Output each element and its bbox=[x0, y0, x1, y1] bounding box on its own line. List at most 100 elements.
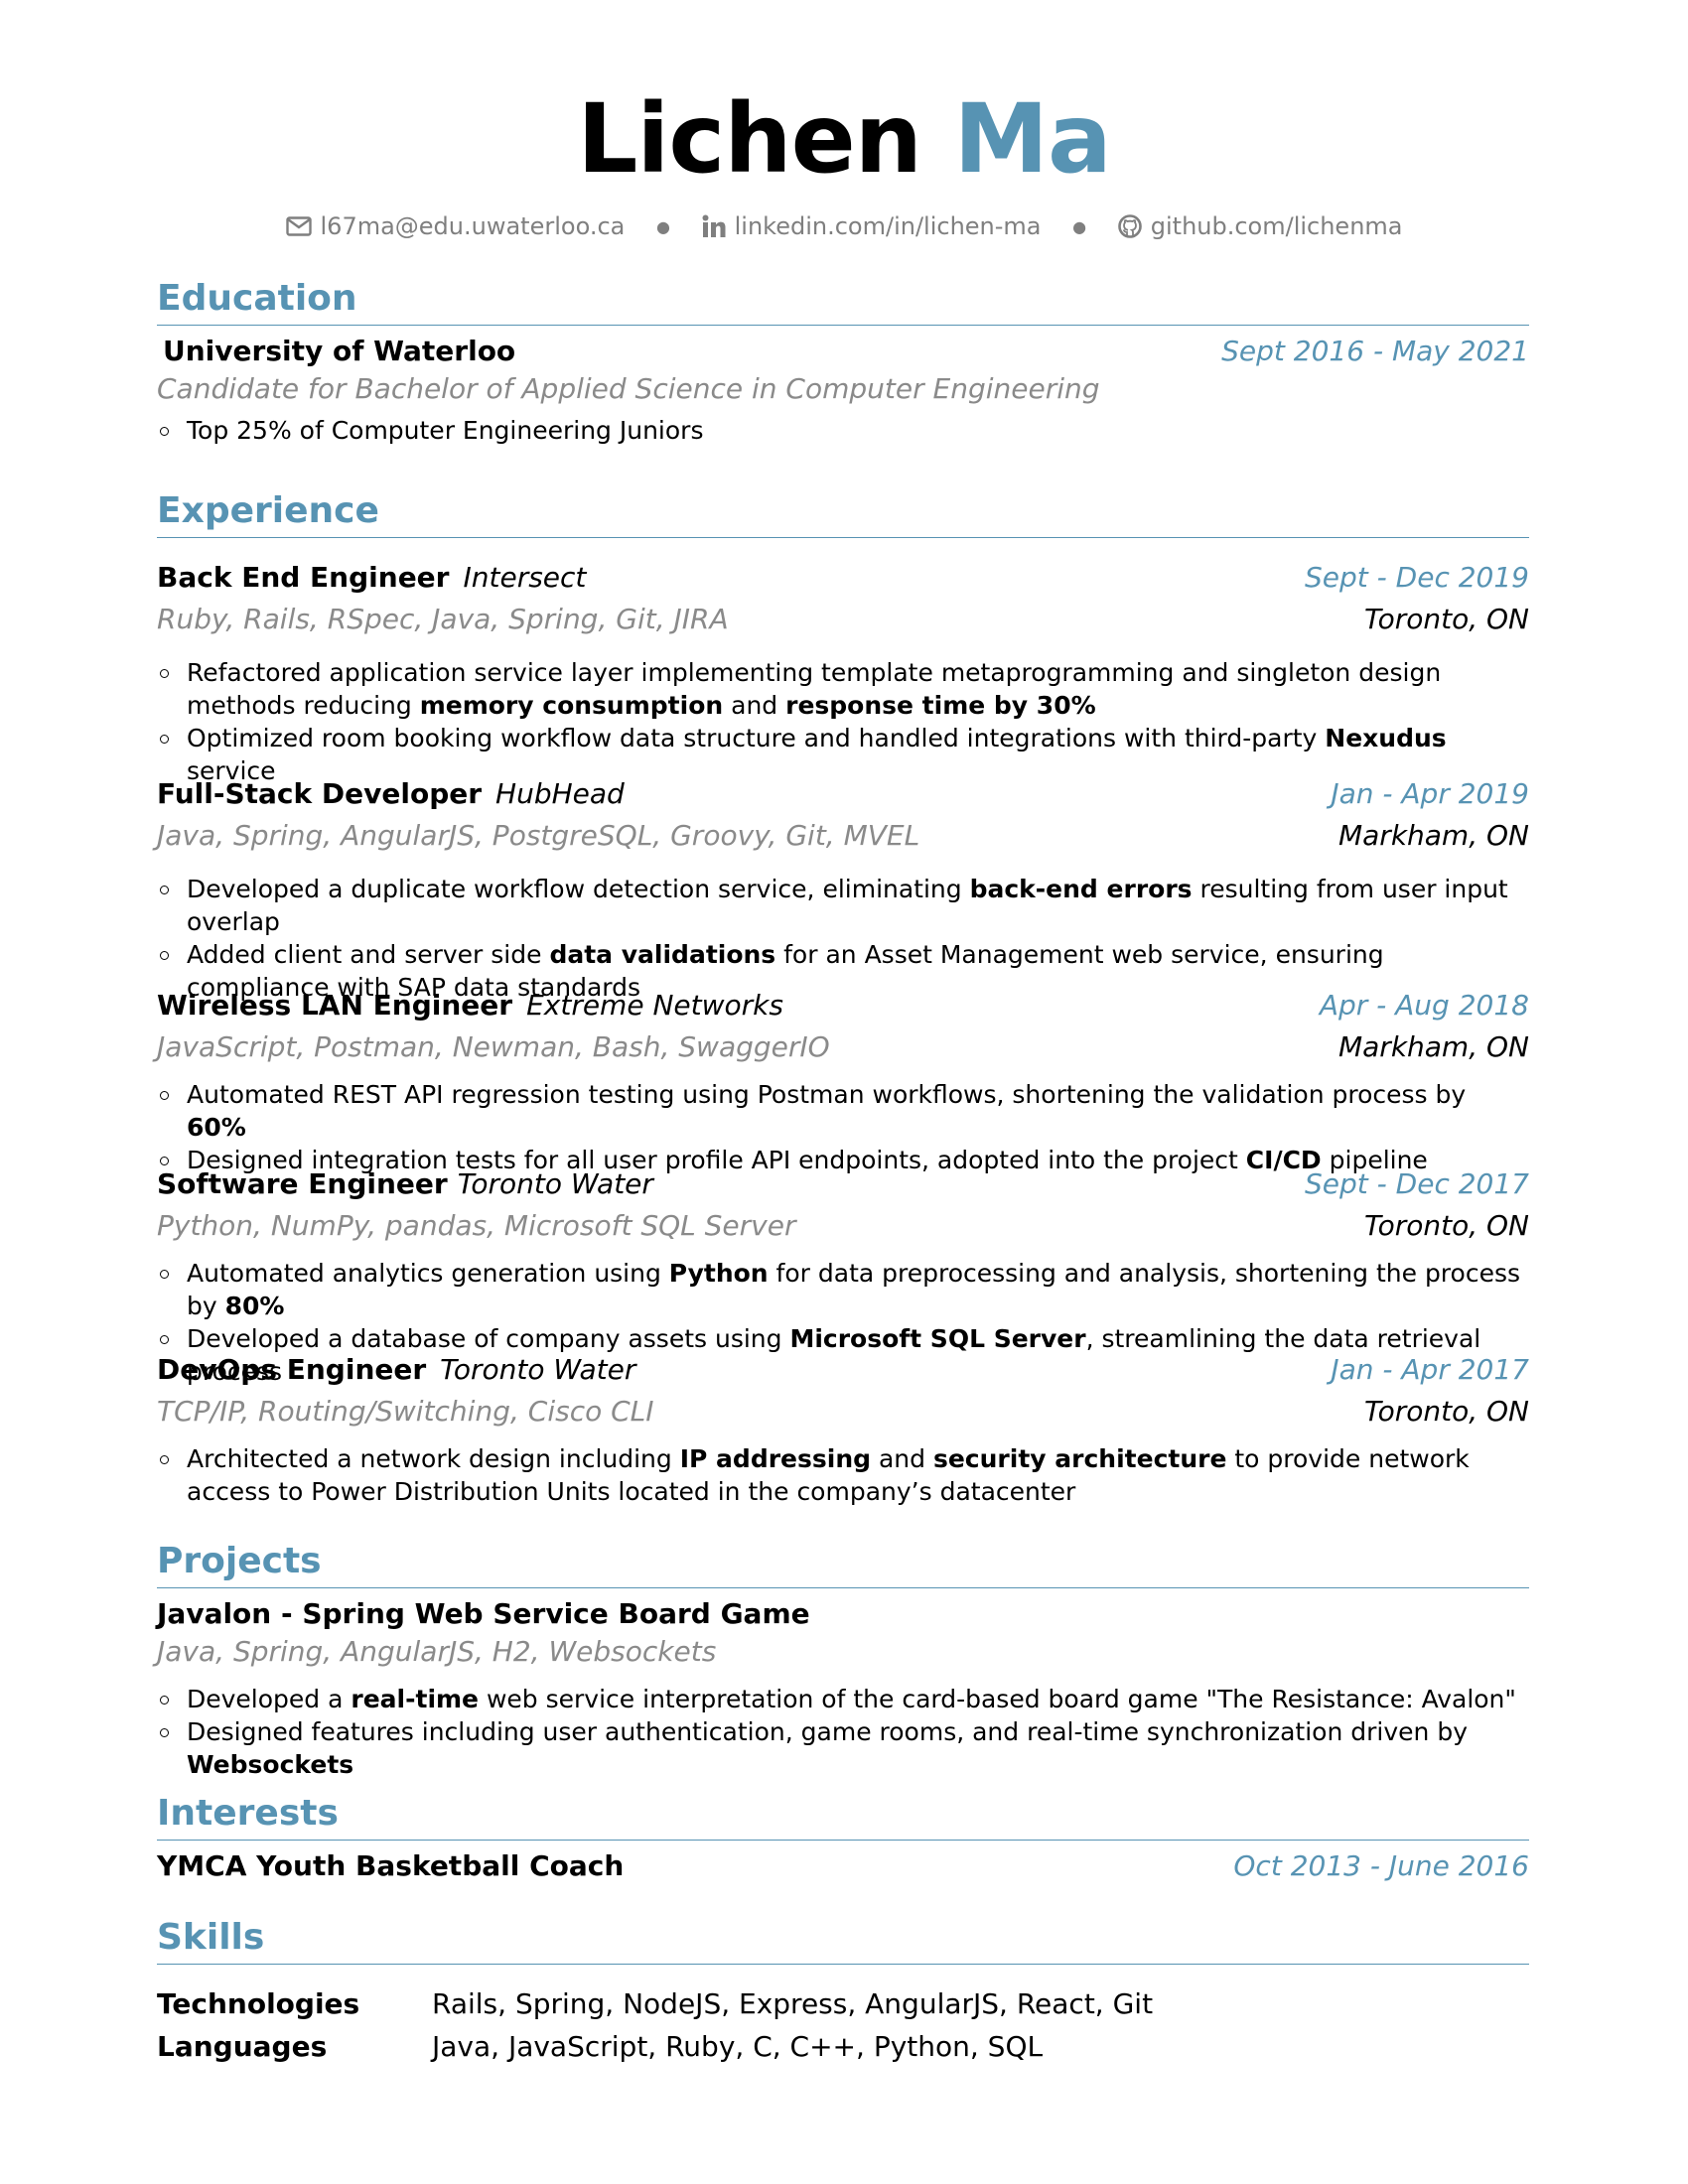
job-location: Toronto, ON bbox=[1363, 1395, 1529, 1428]
job-role: DevOps Engineer bbox=[157, 1353, 427, 1386]
skills-table: Technologies Rails, Spring, NodeJS, Expr… bbox=[157, 1982, 1529, 2068]
job-dates: Jan - Apr 2017 bbox=[1331, 1353, 1529, 1386]
separator-dot: ● bbox=[1072, 216, 1087, 236]
section-divider bbox=[157, 1586, 1529, 1588]
job-subheader-row: TCP/IP, Routing/Switching, Cisco CLI Tor… bbox=[157, 1393, 1529, 1431]
job-entry: DevOps Engineer Toronto Water Jan - Apr 2… bbox=[157, 1351, 1529, 1508]
job-header-row: DevOps Engineer Toronto Water Jan - Apr 2… bbox=[157, 1351, 1529, 1393]
section-divider bbox=[157, 324, 1529, 326]
job-company: Toronto Water bbox=[457, 1167, 653, 1200]
contact-line: l67ma@edu.uwaterloo.ca ● linkedin.com/in… bbox=[0, 211, 1688, 240]
bullet-item: Developed a duplicate workflow detection… bbox=[157, 873, 1529, 938]
last-name: Ma bbox=[953, 83, 1111, 195]
section-title-experience: Experience bbox=[157, 490, 379, 531]
interest-row: YMCA Youth Basketball Coach Oct 2013 - J… bbox=[157, 1847, 1529, 1885]
job-subheader-row: Python, NumPy, pandas, Microsoft SQL Ser… bbox=[157, 1207, 1529, 1245]
resume-name: Lichen Ma bbox=[0, 91, 1688, 187]
job-header-row: Full-Stack Developer HubHead Jan - Apr 20… bbox=[157, 775, 1529, 817]
bullet-item: Refactored application service layer imp… bbox=[157, 656, 1529, 722]
section-divider bbox=[157, 536, 1529, 538]
job-dates: Sept - Dec 2019 bbox=[1305, 561, 1529, 594]
job-role: Full-Stack Developer bbox=[157, 777, 483, 810]
job-role: Back End Engineer bbox=[157, 561, 450, 594]
linkedin-text: linkedin.com/in/lichen-ma bbox=[734, 212, 1042, 240]
job-tech: Java, Spring, AngularJS, PostgreSQL, Gro… bbox=[157, 819, 920, 852]
job-tech: JavaScript, Postman, Newman, Bash, Swagg… bbox=[157, 1030, 830, 1063]
github-text: github.com/lichenma bbox=[1150, 212, 1403, 240]
linkedin-icon bbox=[702, 214, 726, 238]
job-role: Wireless LAN Engineer bbox=[157, 989, 513, 1022]
projects-section: Projects Javalon - Spring Web Service Bo… bbox=[157, 1542, 1529, 1781]
job-bullets: Automated REST API regression testing us… bbox=[157, 1078, 1529, 1176]
job-header-row: Software Engineer Toronto Water Sept - De… bbox=[157, 1165, 1529, 1207]
bullet-item: Automated analytics generation using Pyt… bbox=[157, 1257, 1529, 1322]
skills-label: Technologies bbox=[157, 1986, 360, 2020]
job-company: HubHead bbox=[495, 777, 625, 810]
section-title-skills: Skills bbox=[157, 1917, 265, 1958]
experience-section: Experience bbox=[157, 491, 1529, 538]
job-role: Software Engineer bbox=[157, 1167, 448, 1200]
job-tech: TCP/IP, Routing/Switching, Cisco CLI bbox=[157, 1395, 654, 1428]
education-dates: Sept 2016 - May 2021 bbox=[1221, 334, 1529, 367]
job-dates: Sept - Dec 2017 bbox=[1305, 1167, 1529, 1200]
job-company: Extreme Networks bbox=[526, 989, 783, 1022]
section-divider bbox=[157, 1839, 1529, 1841]
job-company: Toronto Water bbox=[440, 1353, 636, 1386]
job-bullets: Architected a network design including I… bbox=[157, 1442, 1529, 1508]
resume-page: Lichen Ma l67ma@edu.uwaterloo.ca ● linke… bbox=[0, 0, 1688, 2184]
skills-row: Languages Java, JavaScript, Ruby, C, C++… bbox=[157, 2025, 1529, 2068]
job-header-row: Wireless LAN Engineer Extreme Networks Ap… bbox=[157, 987, 1529, 1028]
job-entry: Wireless LAN Engineer Extreme Networks Ap… bbox=[157, 987, 1529, 1176]
skills-value: Rails, Spring, NodeJS, Express, AngularJ… bbox=[432, 1986, 1154, 2020]
job-company: Intersect bbox=[463, 561, 587, 594]
linkedin-link[interactable]: linkedin.com/in/lichen-ma bbox=[702, 212, 1042, 240]
job-subheader-row: JavaScript, Postman, Newman, Bash, Swagg… bbox=[157, 1028, 1529, 1066]
degree-text: Candidate for Bachelor of Applied Scienc… bbox=[157, 371, 1100, 405]
education-header-row: University of Waterloo Sept 2016 - May 2… bbox=[157, 333, 1529, 370]
github-icon bbox=[1117, 214, 1142, 238]
job-entry: Back End Engineer Intersect Sept - Dec 20… bbox=[157, 559, 1529, 787]
bullet-item: Architected a network design including I… bbox=[157, 1442, 1529, 1508]
education-section: Education University of Waterloo Sept 20… bbox=[157, 279, 1529, 447]
project-tech: Java, Spring, AngularJS, H2, Websockets bbox=[157, 1634, 717, 1668]
section-title-education: Education bbox=[157, 278, 357, 319]
section-divider bbox=[157, 1963, 1529, 1965]
skills-section: Skills Technologies Rails, Spring, NodeJ… bbox=[157, 1918, 1529, 2068]
project-bullets: Developed a real-time web service interp… bbox=[157, 1683, 1529, 1781]
section-title-interests: Interests bbox=[157, 1793, 339, 1834]
github-link[interactable]: github.com/lichenma bbox=[1117, 212, 1403, 240]
bullet-item: Automated REST API regression testing us… bbox=[157, 1078, 1529, 1144]
job-location: Toronto, ON bbox=[1363, 603, 1529, 635]
job-bullets: Developed a duplicate workflow detection… bbox=[157, 873, 1529, 1004]
skills-label: Languages bbox=[157, 2029, 328, 2063]
job-location: Toronto, ON bbox=[1363, 1209, 1529, 1242]
job-location: Markham, ON bbox=[1337, 1030, 1529, 1063]
school-name: University of Waterloo bbox=[163, 334, 516, 367]
job-header-row: Back End Engineer Intersect Sept - Dec 20… bbox=[157, 559, 1529, 601]
job-location: Markham, ON bbox=[1337, 819, 1529, 852]
job-dates: Apr - Aug 2018 bbox=[1319, 989, 1529, 1022]
skills-value: Java, JavaScript, Ruby, C, C++, Python, … bbox=[432, 2029, 1044, 2063]
job-dates: Jan - Apr 2019 bbox=[1331, 777, 1529, 810]
interest-dates: Oct 2013 - June 2016 bbox=[1233, 1848, 1529, 1882]
email-link[interactable]: l67ma@edu.uwaterloo.ca bbox=[285, 212, 626, 240]
bullet-item: Developed a real-time web service interp… bbox=[157, 1683, 1529, 1715]
email-text: l67ma@edu.uwaterloo.ca bbox=[320, 212, 626, 240]
separator-dot: ● bbox=[656, 216, 670, 236]
job-subheader-row: Java, Spring, AngularJS, PostgreSQL, Gro… bbox=[157, 817, 1529, 855]
interests-section: Interests YMCA Youth Basketball Coach Oc… bbox=[157, 1794, 1529, 1885]
interest-name: YMCA Youth Basketball Coach bbox=[157, 1848, 625, 1882]
section-title-projects: Projects bbox=[157, 1541, 322, 1581]
job-subheader-row: Ruby, Rails, RSpec, Java, Spring, Git, J… bbox=[157, 601, 1529, 638]
project-name: Javalon - Spring Web Service Board Game bbox=[157, 1596, 810, 1630]
bullet-item: Top 25% of Computer Engineering Juniors bbox=[157, 414, 1529, 447]
envelope-icon bbox=[285, 216, 312, 236]
job-tech: Ruby, Rails, RSpec, Java, Spring, Git, J… bbox=[157, 603, 729, 635]
education-bullets: Top 25% of Computer Engineering Juniors bbox=[157, 414, 1529, 447]
skills-row: Technologies Rails, Spring, NodeJS, Expr… bbox=[157, 1982, 1529, 2025]
bullet-item: Designed features including user authent… bbox=[157, 1715, 1529, 1781]
job-tech: Python, NumPy, pandas, Microsoft SQL Ser… bbox=[157, 1209, 796, 1242]
job-bullets: Refactored application service layer imp… bbox=[157, 656, 1529, 787]
job-entry: Full-Stack Developer HubHead Jan - Apr 20… bbox=[157, 775, 1529, 1004]
first-name: Lichen bbox=[577, 83, 922, 195]
